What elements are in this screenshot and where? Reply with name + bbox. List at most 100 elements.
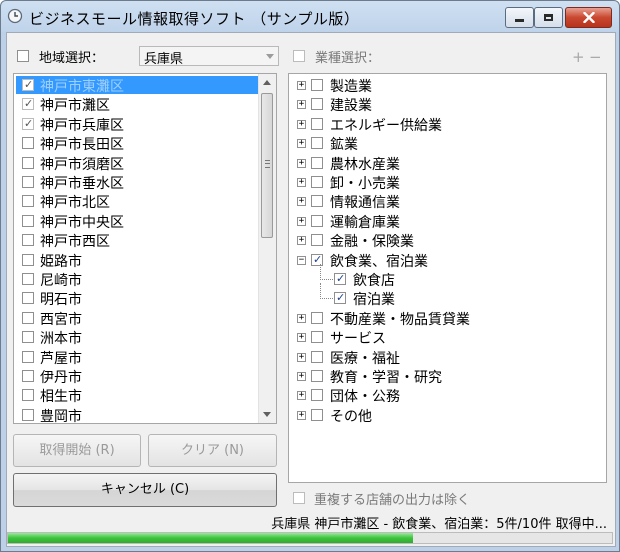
- industry-node[interactable]: + 教育・学習・研究: [289, 367, 606, 386]
- dedupe-checkbox[interactable]: [293, 492, 305, 504]
- region-item-checkbox[interactable]: ✓: [22, 117, 34, 130]
- industry-checkbox[interactable]: [311, 389, 323, 402]
- region-item-checkbox[interactable]: [22, 137, 34, 150]
- region-item-checkbox[interactable]: [22, 311, 34, 324]
- collapse-icon[interactable]: −: [297, 255, 306, 265]
- industry-node[interactable]: + 団体・公務: [289, 386, 606, 405]
- region-item-checkbox[interactable]: [22, 331, 34, 344]
- prefecture-select[interactable]: 兵庫県: [139, 46, 279, 67]
- region-list-item[interactable]: 尼崎市: [16, 270, 260, 289]
- region-item-checkbox[interactable]: [22, 176, 34, 188]
- region-list-item[interactable]: 神戸市中央区: [16, 212, 260, 231]
- region-list-item[interactable]: ✓ 神戸市兵庫区: [16, 115, 260, 134]
- industry-checkbox[interactable]: [311, 156, 323, 169]
- region-item-checkbox[interactable]: [22, 292, 34, 305]
- industry-checkbox[interactable]: [311, 234, 323, 247]
- industry-checkbox[interactable]: [311, 195, 323, 208]
- industry-node[interactable]: + 卸・小売業: [289, 173, 606, 192]
- expand-icon[interactable]: +: [297, 119, 306, 129]
- expand-icon[interactable]: +: [297, 139, 306, 149]
- industry-node[interactable]: + 金融・保険業: [289, 231, 606, 250]
- region-list-item[interactable]: 伊丹市: [16, 367, 260, 386]
- industry-select-checkbox[interactable]: [293, 50, 305, 62]
- industry-checkbox[interactable]: [311, 98, 323, 111]
- clear-button[interactable]: クリア (N): [148, 434, 277, 467]
- region-item-checkbox[interactable]: [22, 195, 34, 208]
- industry-node[interactable]: + 建設業: [289, 95, 606, 114]
- industry-subnode[interactable]: ✓ 飲食店: [289, 264, 606, 289]
- industry-node[interactable]: + 不動産業・物品賃貸業: [289, 309, 606, 328]
- expand-icon[interactable]: +: [297, 216, 306, 226]
- region-list-item[interactable]: 芦屋市: [16, 348, 260, 367]
- region-item-checkbox[interactable]: [22, 253, 34, 266]
- scroll-down-icon[interactable]: [263, 412, 271, 417]
- industry-node[interactable]: + 鉱業: [289, 134, 606, 153]
- region-list-item[interactable]: 洲本市: [16, 328, 260, 347]
- region-list-scrollbar[interactable]: [258, 74, 276, 423]
- expand-icon[interactable]: +: [297, 100, 306, 110]
- industry-checkbox[interactable]: [311, 370, 323, 382]
- expand-icon[interactable]: +: [297, 81, 306, 90]
- region-item-checkbox[interactable]: [22, 389, 34, 402]
- region-item-checkbox[interactable]: [22, 273, 34, 285]
- region-list-item[interactable]: 姫路市: [16, 251, 260, 270]
- region-item-checkbox[interactable]: [22, 370, 34, 382]
- maximize-button[interactable]: [534, 7, 563, 28]
- region-item-checkbox[interactable]: ✓: [22, 78, 34, 91]
- region-item-checkbox[interactable]: [22, 156, 34, 169]
- scrollbar-thumb[interactable]: [261, 93, 273, 238]
- industry-node[interactable]: + エネルギー供給業: [289, 115, 606, 134]
- industry-node[interactable]: + 運輸倉庫業: [289, 212, 606, 231]
- close-button[interactable]: [565, 7, 612, 28]
- minimize-button[interactable]: [505, 7, 534, 28]
- industry-checkbox[interactable]: ✓: [334, 291, 346, 305]
- region-item-checkbox[interactable]: [22, 350, 34, 363]
- region-list[interactable]: 豊岡市 相生市 伊丹市 芦屋市 洲本市 西宮市 明石市 尼崎市 姫路市 神戸市西区 神戸市中央区 神戸…: [13, 73, 277, 424]
- region-list-item[interactable]: 明石市: [16, 289, 260, 308]
- expand-icon[interactable]: +: [297, 313, 306, 323]
- region-list-item[interactable]: 神戸市垂水区: [16, 173, 260, 192]
- region-list-item[interactable]: 神戸市須磨区: [16, 154, 260, 173]
- expand-icon[interactable]: +: [297, 197, 306, 207]
- region-list-item[interactable]: 西宮市: [16, 309, 260, 328]
- cancel-button[interactable]: キャンセル (C): [13, 473, 277, 507]
- industry-checkbox[interactable]: [311, 176, 323, 188]
- region-item-checkbox[interactable]: [22, 214, 34, 227]
- industry-node[interactable]: − ✓ 飲食業、宿泊業: [289, 251, 606, 270]
- add-icon[interactable]: +: [572, 48, 585, 66]
- region-select-checkbox[interactable]: [17, 50, 29, 62]
- start-button[interactable]: 取得開始 (R): [13, 434, 141, 467]
- industry-checkbox[interactable]: [311, 214, 323, 227]
- industry-checkbox[interactable]: [311, 117, 323, 130]
- industry-node[interactable]: + 情報通信業: [289, 192, 606, 211]
- industry-checkbox[interactable]: [311, 311, 323, 324]
- industry-tree[interactable]: + 製造業 + 建設業 + エネルギー供給業 + 鉱業 + 農林水産業 + 卸・小売業 + 情報通信業 + 運…: [288, 73, 607, 483]
- expand-icon[interactable]: +: [297, 158, 306, 168]
- expand-icon[interactable]: +: [297, 391, 306, 401]
- region-list-item[interactable]: ✓ 神戸市灘区: [16, 95, 260, 114]
- industry-checkbox[interactable]: [311, 408, 323, 421]
- industry-checkbox[interactable]: [311, 331, 323, 344]
- region-list-item[interactable]: 神戸市西区: [16, 231, 260, 250]
- region-item-checkbox[interactable]: ✓: [22, 97, 34, 111]
- industry-node[interactable]: + 農林水産業: [289, 154, 606, 173]
- expand-icon[interactable]: +: [297, 372, 306, 381]
- region-list-item[interactable]: 相生市: [16, 386, 260, 405]
- region-list-item[interactable]: 豊岡市: [16, 406, 260, 423]
- industry-checkbox[interactable]: [311, 350, 323, 363]
- industry-subnode[interactable]: ✓ 宿泊業: [289, 283, 606, 308]
- industry-checkbox[interactable]: [311, 137, 323, 150]
- expand-icon[interactable]: +: [297, 352, 306, 362]
- remove-icon[interactable]: −: [589, 48, 602, 66]
- region-item-checkbox[interactable]: [22, 234, 34, 247]
- industry-checkbox[interactable]: ✓: [334, 272, 346, 285]
- expand-icon[interactable]: +: [297, 410, 306, 420]
- expand-icon[interactable]: +: [297, 178, 306, 187]
- industry-node[interactable]: + サービス: [289, 328, 606, 347]
- industry-checkbox[interactable]: [311, 79, 323, 91]
- expand-icon[interactable]: +: [297, 236, 306, 246]
- title-bar[interactable]: ビジネスモール情報取得ソフト （サンプル版）: [1, 1, 619, 32]
- region-list-item[interactable]: ✓ 神戸市東灘区: [16, 76, 260, 95]
- region-list-item[interactable]: 神戸市長田区: [16, 134, 260, 153]
- expand-icon[interactable]: +: [297, 333, 306, 343]
